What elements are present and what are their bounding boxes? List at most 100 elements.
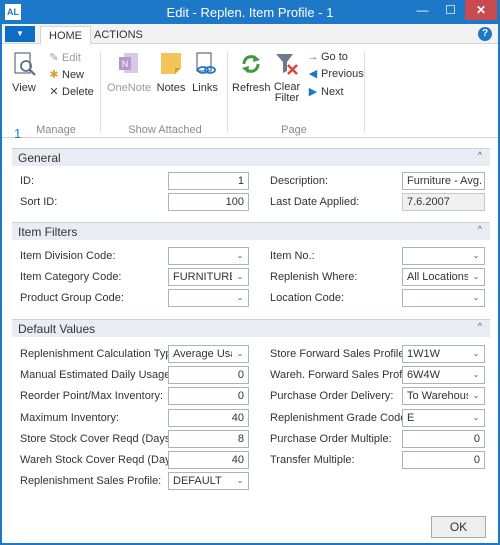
collapse-chevron-icon: ^ xyxy=(477,224,482,234)
replenish-where-select[interactable]: All Locations ⌄ xyxy=(402,268,485,286)
group-separator xyxy=(227,51,228,133)
clear-filter-label-2: Filter xyxy=(274,92,300,104)
go-to-button[interactable]: → Go to xyxy=(307,49,348,65)
item-division-code-select[interactable]: ⌄ xyxy=(168,247,249,265)
chevron-down-icon[interactable]: ⌄ xyxy=(468,346,484,362)
refresh-button[interactable]: Refresh xyxy=(232,50,271,94)
triangle-left-icon: ◀ xyxy=(308,68,318,80)
wareh-forward-profile-label: Wareh. Forward Sales Profile: xyxy=(270,369,417,381)
maximum-inventory-field[interactable]: 40 xyxy=(168,409,249,427)
reorder-point-field[interactable]: 0 xyxy=(168,387,249,405)
description-label: Description: xyxy=(270,175,329,187)
sales-profile-select[interactable]: DEFAULT ⌄ xyxy=(168,472,249,490)
item-division-code-label: Item Division Code: xyxy=(20,250,116,262)
links-button[interactable]: Links xyxy=(190,50,220,94)
store-stock-cover-label: Store Stock Cover Reqd (Days): xyxy=(20,433,178,445)
group-label-page: Page xyxy=(281,124,307,136)
maximize-button[interactable]: ☐ xyxy=(437,0,464,20)
previous-button[interactable]: ◀ Previous xyxy=(307,66,364,82)
store-forward-profile-label: Store Forward Sales Profile: xyxy=(270,348,408,360)
next-label: Next xyxy=(321,86,344,98)
calculation-type-select[interactable]: Average Usage ⌄ xyxy=(168,345,249,363)
title-bar: AL Edit - Replen. Item Profile - 1 — ☐ ✕ xyxy=(0,0,500,24)
chevron-down-icon[interactable]: ⌄ xyxy=(232,248,248,264)
item-category-code-select[interactable]: FURNITURE ⌄ xyxy=(168,268,249,286)
clear-filter-button[interactable]: Clear Filter xyxy=(272,50,302,104)
chevron-down-icon[interactable]: ⌄ xyxy=(232,269,248,285)
store-stock-cover-field[interactable]: 8 xyxy=(168,430,249,448)
chevron-down-icon[interactable]: ⌄ xyxy=(468,269,484,285)
group-label-manage: Manage xyxy=(36,124,76,136)
reorder-point-value: 0 xyxy=(237,390,244,402)
link-icon xyxy=(196,52,216,74)
wareh-forward-profile-select[interactable]: 6W4W ⌄ xyxy=(402,366,485,384)
new-button[interactable]: ✱ New xyxy=(48,67,84,83)
location-code-label: Location Code: xyxy=(270,292,344,304)
item-no-select[interactable]: ⌄ xyxy=(402,247,485,265)
ok-button[interactable]: OK xyxy=(431,516,486,538)
view-button[interactable]: View xyxy=(6,50,42,94)
description-value: Furniture - Avg. ... xyxy=(407,175,484,187)
close-button[interactable]: ✕ xyxy=(465,0,497,20)
sales-profile-label: Replenishment Sales Profile: xyxy=(20,475,162,487)
purchase-order-delivery-label: Purchase Order Delivery: xyxy=(270,390,394,402)
last-date-applied-value: 7.6.2007 xyxy=(407,196,450,208)
chevron-down-icon[interactable]: ⌄ xyxy=(468,290,484,306)
edit-button[interactable]: ✎ Edit xyxy=(48,50,81,66)
tab-home[interactable]: HOME xyxy=(40,26,91,45)
location-code-select[interactable]: ⌄ xyxy=(402,289,485,307)
section-general-header[interactable]: General ^ xyxy=(12,148,490,166)
manual-daily-usage-label: Manual Estimated Daily Usage: xyxy=(20,369,174,381)
minimize-button[interactable]: — xyxy=(409,0,436,20)
view-label: View xyxy=(12,82,36,94)
chevron-down-icon[interactable]: ⌄ xyxy=(232,346,248,362)
delete-label: Delete xyxy=(62,86,94,98)
chevron-down-icon[interactable]: ⌄ xyxy=(232,473,248,489)
notes-button[interactable]: Notes xyxy=(154,50,188,94)
wareh-stock-cover-field[interactable]: 40 xyxy=(168,451,249,469)
purchase-order-multiple-label: Purchase Order Multiple: xyxy=(270,433,392,445)
transfer-multiple-field[interactable]: 0 xyxy=(402,451,485,469)
delete-icon: ✕ xyxy=(49,86,59,98)
purchase-order-multiple-field[interactable]: 0 xyxy=(402,430,485,448)
chevron-down-icon[interactable]: ⌄ xyxy=(232,290,248,306)
description-field[interactable]: Furniture - Avg. ... xyxy=(402,172,485,190)
previous-label: Previous xyxy=(321,68,364,80)
manual-daily-usage-value: 0 xyxy=(237,369,244,381)
chevron-down-icon[interactable]: ⌄ xyxy=(468,248,484,264)
onenote-button[interactable]: N OneNote xyxy=(106,50,152,94)
tab-actions[interactable]: ACTIONS xyxy=(86,26,151,45)
id-field[interactable]: 1 xyxy=(168,172,249,190)
section-default-values-header[interactable]: Default Values ^ xyxy=(12,319,490,337)
triangle-right-icon: ▶ xyxy=(308,86,318,98)
ribbon-tab-bar: ▼ HOME ACTIONS ? xyxy=(2,24,498,45)
chevron-down-icon[interactable]: ⌄ xyxy=(468,388,484,404)
refresh-icon xyxy=(242,55,260,73)
calculation-type-label: Replenishment Calculation Type: xyxy=(20,348,181,360)
sort-id-field[interactable]: 100 xyxy=(168,193,249,211)
pencil-icon: ✎ xyxy=(49,52,59,64)
links-label: Links xyxy=(192,82,218,94)
ribbon: View ✎ Edit ✱ New ✕ Delete Manage N OneNote xyxy=(2,45,498,138)
wareh-stock-cover-label: Wareh Stock Cover Reqd (Days): xyxy=(20,454,183,466)
store-forward-profile-select[interactable]: 1W1W ⌄ xyxy=(402,345,485,363)
section-item-filters-header[interactable]: Item Filters ^ xyxy=(12,222,490,240)
purchase-order-delivery-select[interactable]: To Warehouse ⌄ xyxy=(402,387,485,405)
new-icon: ✱ xyxy=(49,69,59,81)
item-no-label: Item No.: xyxy=(270,250,315,262)
chevron-down-icon[interactable]: ⌄ xyxy=(468,410,484,426)
app-menu-button[interactable]: ▼ xyxy=(5,26,35,42)
collapse-chevron-icon: ^ xyxy=(477,321,482,331)
delete-button[interactable]: ✕ Delete xyxy=(48,84,94,100)
group-separator xyxy=(100,51,101,133)
maximum-inventory-value: 40 xyxy=(231,412,244,424)
grade-code-label: Replenishment Grade Code: xyxy=(270,412,410,424)
grade-code-select[interactable]: E ⌄ xyxy=(402,409,485,427)
store-stock-cover-value: 8 xyxy=(237,433,244,445)
product-group-code-select[interactable]: ⌄ xyxy=(168,289,249,307)
chevron-down-icon[interactable]: ⌄ xyxy=(468,367,484,383)
next-button[interactable]: ▶ Next xyxy=(307,84,344,100)
id-label: ID: xyxy=(20,175,35,187)
manual-daily-usage-field[interactable]: 0 xyxy=(168,366,249,384)
help-icon[interactable]: ? xyxy=(478,27,492,41)
